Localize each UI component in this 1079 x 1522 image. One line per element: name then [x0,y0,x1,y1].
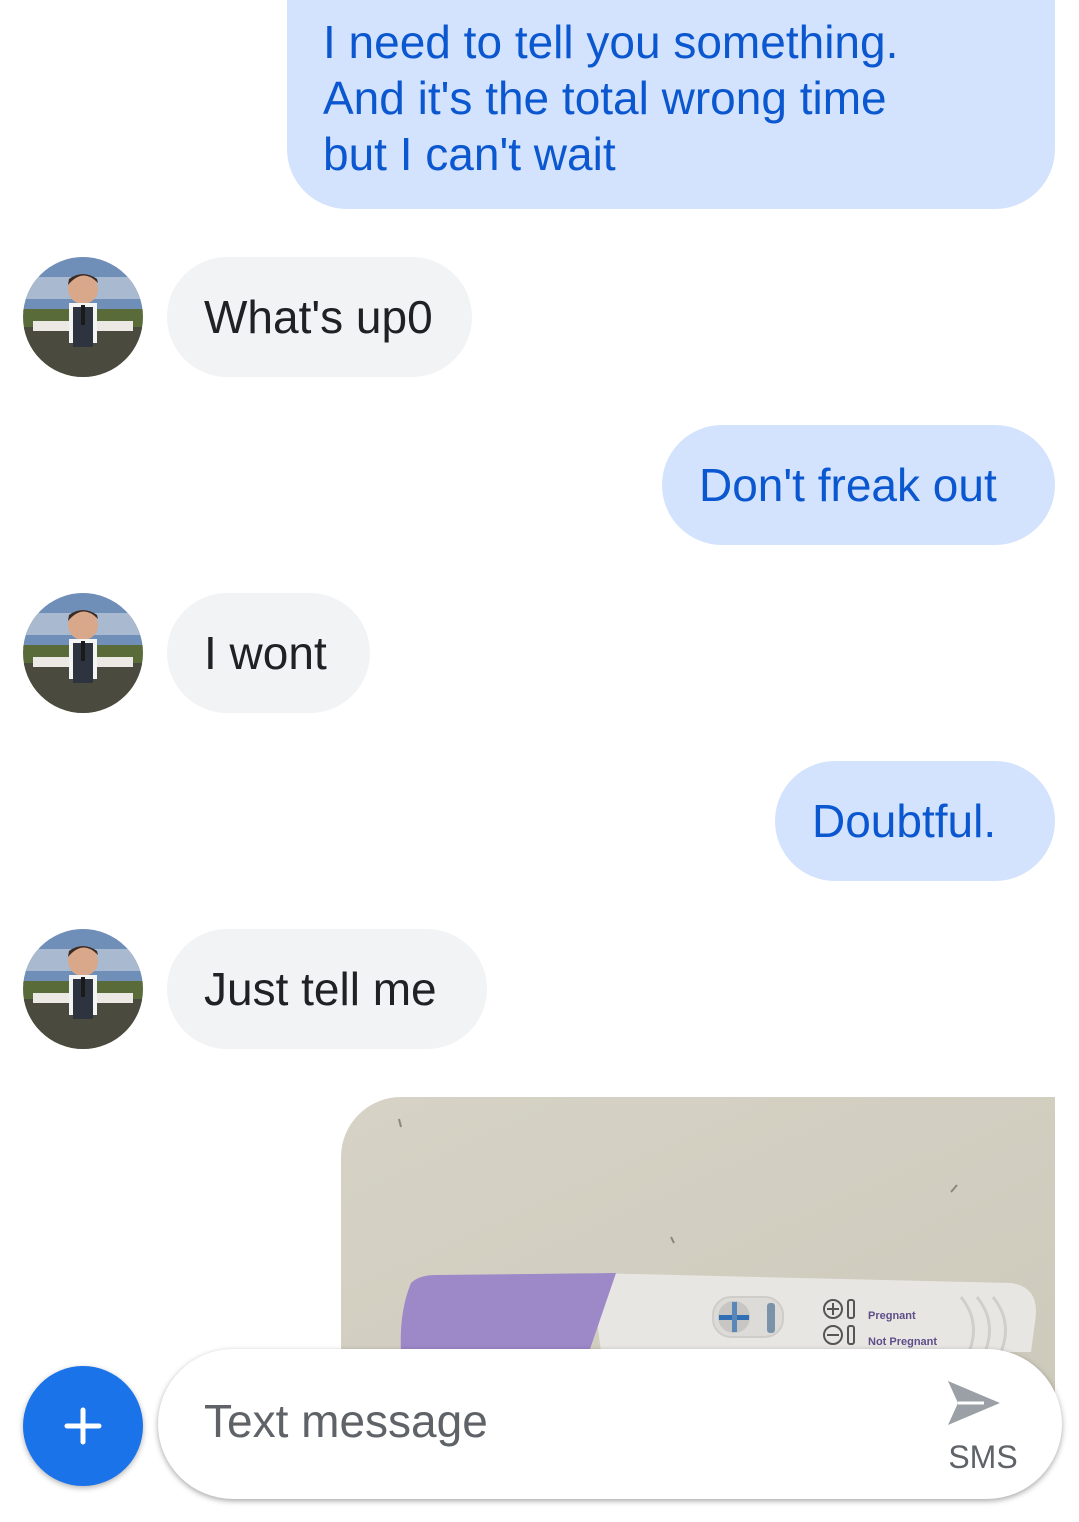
contact-avatar[interactable] [23,257,143,377]
message-text: Don't freak out [699,459,997,511]
outgoing-message-bubble[interactable]: Don't freak out [662,425,1055,545]
outgoing-message-bubble[interactable]: Doubtful. [775,761,1055,881]
message-text: Doubtful. [812,795,997,847]
add-attachment-button[interactable] [23,1366,143,1486]
message-text-line: but I can't wait [323,128,616,180]
legend-negative-text: Not Pregnant [868,1336,937,1348]
incoming-message-bubble[interactable]: I wont [167,593,370,713]
contact-photo [23,929,143,1049]
message-text: What's up0 [204,291,433,343]
outgoing-message-bubble[interactable]: I need to tell you something. And it's t… [287,0,1055,209]
contact-photo [23,593,143,713]
legend-positive-text: Pregnant [868,1310,916,1322]
incoming-message-bubble[interactable]: What's up0 [167,257,472,377]
send-mode-label: SMS [948,1439,1018,1475]
conversation-screen: I need to tell you something. And it's t… [0,0,1079,1522]
send-button[interactable]: SMS [928,1371,1038,1481]
send-icon [948,1381,1000,1425]
contact-avatar[interactable] [23,593,143,713]
compose-bar: Text message SMS [158,1349,1062,1499]
plus-icon [64,1407,102,1445]
message-text: Just tell me [204,963,437,1015]
message-text-line: I need to tell you something. [323,16,899,68]
message-input[interactable]: Text message [204,1393,488,1449]
message-text: I wont [204,627,327,679]
contact-avatar[interactable] [23,929,143,1049]
incoming-message-bubble[interactable]: Just tell me [167,929,487,1049]
contact-photo [23,257,143,377]
message-text-line: And it's the total wrong time [323,72,887,124]
